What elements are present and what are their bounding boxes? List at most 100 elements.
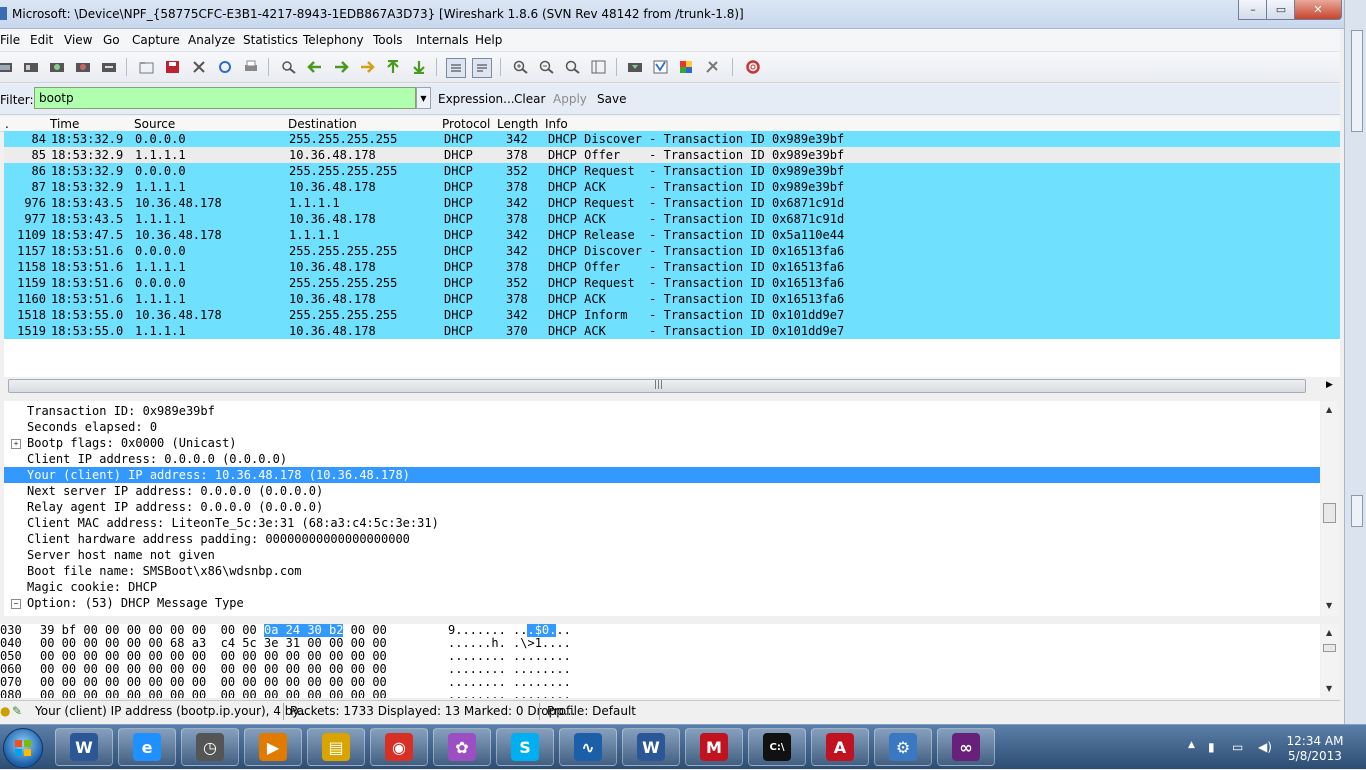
scroll-up-arrow-icon[interactable]: ▲ bbox=[1326, 405, 1332, 414]
menu-analyze[interactable]: Analyze bbox=[188, 33, 235, 47]
device-icon[interactable]: ▮ bbox=[1208, 740, 1215, 754]
packet-row[interactable]: 84 18:53:32.9 0.0.0.0 255.255.255.255 DHCP 34… bbox=[4, 131, 1340, 147]
taskbar-button[interactable]: A bbox=[811, 728, 869, 766]
packet-row[interactable]: 1519 18:53:55.0 1.1.1.1 10.36.48.178 DHCP 370… bbox=[4, 323, 1340, 339]
packet-row[interactable]: 1109 18:53:47.5 10.36.48.178 1.1.1.1 DHCP 342… bbox=[4, 227, 1340, 243]
save-file-icon[interactable] bbox=[164, 58, 182, 76]
packet-list-hscrollbar[interactable]: ||| bbox=[8, 379, 1306, 393]
scroll-thumb[interactable] bbox=[1323, 503, 1336, 523]
detail-line[interactable]: Magic cookie: DHCP bbox=[27, 579, 157, 595]
scroll-thumb[interactable] bbox=[1323, 644, 1336, 652]
bytes-vscrollbar[interactable]: ▲ ▼ bbox=[1321, 624, 1338, 698]
detail-line[interactable]: Server host name not given bbox=[27, 547, 215, 563]
taskbar-button[interactable]: ∞ bbox=[937, 728, 995, 766]
column-time[interactable]: Time bbox=[50, 117, 79, 131]
show-hidden-icons-icon[interactable]: ▲ bbox=[1188, 740, 1195, 750]
network-icon[interactable]: ▭ bbox=[1232, 740, 1243, 754]
go-first-icon[interactable] bbox=[384, 58, 402, 76]
menu-edit[interactable]: Edit bbox=[30, 33, 53, 47]
menu-statistics[interactable]: Statistics bbox=[243, 33, 298, 47]
detail-line[interactable]: Relay agent IP address: 0.0.0.0 (0.0.0.0… bbox=[27, 499, 323, 515]
taskbar-button[interactable]: ▶ bbox=[244, 728, 302, 766]
close-file-icon[interactable] bbox=[190, 58, 208, 76]
scroll-down-arrow-icon[interactable]: ▼ bbox=[1326, 684, 1332, 693]
go-back-icon[interactable] bbox=[306, 58, 324, 76]
capture-comment-icon[interactable]: ✎ bbox=[12, 704, 22, 718]
taskbar-button[interactable]: W bbox=[622, 728, 680, 766]
volume-icon[interactable]: ◀) bbox=[1258, 740, 1272, 754]
detail-line[interactable]: Client hardware address padding: 0000000… bbox=[27, 531, 410, 547]
resize-columns-icon[interactable] bbox=[590, 58, 608, 76]
stop-capture-icon[interactable] bbox=[74, 58, 92, 76]
expert-info-icon[interactable]: ● bbox=[0, 704, 10, 718]
detail-line[interactable]: Option: (53) DHCP Message Type bbox=[27, 595, 244, 611]
capture-options-icon[interactable] bbox=[22, 58, 40, 76]
packet-row[interactable]: 1160 18:53:51.6 1.1.1.1 10.36.48.178 DHCP 378… bbox=[4, 291, 1340, 307]
packet-row[interactable]: 976 18:53:43.5 10.36.48.178 1.1.1.1 DHCP 342 D… bbox=[4, 195, 1340, 211]
zoom-in-icon[interactable] bbox=[512, 58, 530, 76]
open-file-icon[interactable] bbox=[138, 58, 156, 76]
collapse-icon[interactable]: − bbox=[11, 599, 21, 609]
column-destination[interactable]: Destination bbox=[288, 117, 357, 131]
column-protocol[interactable]: Protocol bbox=[442, 117, 490, 131]
packet-row[interactable]: 1159 18:53:51.6 0.0.0.0 255.255.255.255 DHCP… bbox=[4, 275, 1340, 291]
scroll-up-arrow-icon[interactable]: ▲ bbox=[1326, 628, 1332, 637]
detail-line[interactable]: Client MAC address: LiteonTe_5c:3e:31 (6… bbox=[27, 515, 439, 531]
menu-view[interactable]: View bbox=[64, 33, 92, 47]
filter-input[interactable] bbox=[34, 87, 416, 109]
column-no[interactable]: . bbox=[5, 117, 9, 131]
menu-capture[interactable]: Capture bbox=[132, 33, 180, 47]
detail-line[interactable]: Next server IP address: 0.0.0.0 (0.0.0.0… bbox=[27, 483, 323, 499]
packet-row[interactable]: 85 18:53:32.9 1.1.1.1 10.36.48.178 DHCP 378 DH… bbox=[4, 147, 1340, 163]
packet-row[interactable]: 1158 18:53:51.6 1.1.1.1 10.36.48.178 DHCP 378… bbox=[4, 259, 1340, 275]
go-to-packet-icon[interactable] bbox=[358, 58, 376, 76]
clear-button[interactable]: Clear bbox=[514, 92, 545, 106]
scroll-down-arrow-icon[interactable]: ▼ bbox=[1326, 601, 1332, 610]
apply-button[interactable]: Apply bbox=[553, 92, 587, 106]
menu-tools[interactable]: Tools bbox=[373, 33, 403, 47]
reload-icon[interactable] bbox=[216, 58, 234, 76]
zoom-out-icon[interactable] bbox=[538, 58, 556, 76]
start-capture-icon[interactable] bbox=[48, 58, 66, 76]
taskbar-button[interactable]: C:\ bbox=[748, 728, 806, 766]
taskbar-button[interactable]: ✿ bbox=[433, 728, 491, 766]
autoscroll-icon[interactable] bbox=[472, 58, 492, 78]
filter-dropdown-button[interactable]: ▼ bbox=[416, 87, 431, 109]
restart-capture-icon[interactable] bbox=[100, 58, 118, 76]
taskbar-button[interactable]: ◉ bbox=[370, 728, 428, 766]
save-filter-button[interactable]: Save bbox=[597, 92, 626, 106]
detail-line[interactable]: Boot file name: SMSBoot\x86\wdsnbp.com bbox=[27, 563, 302, 579]
packet-row[interactable]: 86 18:53:32.9 0.0.0.0 255.255.255.255 DHCP 35… bbox=[4, 163, 1340, 179]
packet-row[interactable]: 1157 18:53:51.6 0.0.0.0 255.255.255.255 DHCP… bbox=[4, 243, 1340, 259]
maximize-button[interactable]: ▭ bbox=[1266, 0, 1296, 20]
expand-icon[interactable]: + bbox=[11, 439, 21, 449]
taskbar-button[interactable]: ⚙ bbox=[874, 728, 932, 766]
zoom-normal-icon[interactable] bbox=[564, 58, 582, 76]
title-bar[interactable]: Microsoft: \Device\NPF_{58775CFC-E3B1-42… bbox=[0, 0, 1344, 29]
print-icon[interactable] bbox=[242, 58, 260, 76]
coloring-rules-icon[interactable] bbox=[678, 58, 696, 76]
taskbar-button[interactable]: e bbox=[118, 728, 176, 766]
column-source[interactable]: Source bbox=[134, 117, 175, 131]
minimize-button[interactable]: – bbox=[1238, 0, 1268, 20]
packet-row[interactable]: 87 18:53:32.9 1.1.1.1 10.36.48.178 DHCP 378 DH… bbox=[4, 179, 1340, 195]
details-vscrollbar[interactable]: ▲ ▼ bbox=[1321, 401, 1338, 616]
column-length[interactable]: Length bbox=[497, 117, 538, 131]
taskbar-button[interactable]: ▤ bbox=[307, 728, 365, 766]
expression-button[interactable]: Expression... bbox=[438, 92, 515, 106]
taskbar-button[interactable]: ◷ bbox=[181, 728, 239, 766]
detail-line[interactable]: Transaction ID: 0x989e39bf bbox=[27, 403, 215, 419]
detail-line[interactable]: Client IP address: 0.0.0.0 (0.0.0.0) bbox=[27, 451, 287, 467]
system-clock[interactable]: 12:34 AM 5/8/2013 bbox=[1280, 734, 1350, 764]
find-packet-icon[interactable] bbox=[280, 58, 298, 76]
detail-line-selected[interactable]: Your (client) IP address: 10.36.48.178 (… bbox=[4, 467, 1320, 483]
taskbar-button[interactable]: ∿ bbox=[559, 728, 617, 766]
close-button[interactable]: ✕ bbox=[1294, 0, 1342, 20]
go-forward-icon[interactable] bbox=[332, 58, 350, 76]
packet-row[interactable]: 977 18:53:43.5 1.1.1.1 10.36.48.178 DHCP 378 D… bbox=[4, 211, 1340, 227]
taskbar-button[interactable]: S bbox=[496, 728, 554, 766]
taskbar-button[interactable]: W bbox=[55, 728, 113, 766]
status-profile[interactable]: Profile: Default bbox=[547, 704, 636, 718]
column-info[interactable]: Info bbox=[545, 117, 568, 131]
menu-go[interactable]: Go bbox=[103, 33, 120, 47]
